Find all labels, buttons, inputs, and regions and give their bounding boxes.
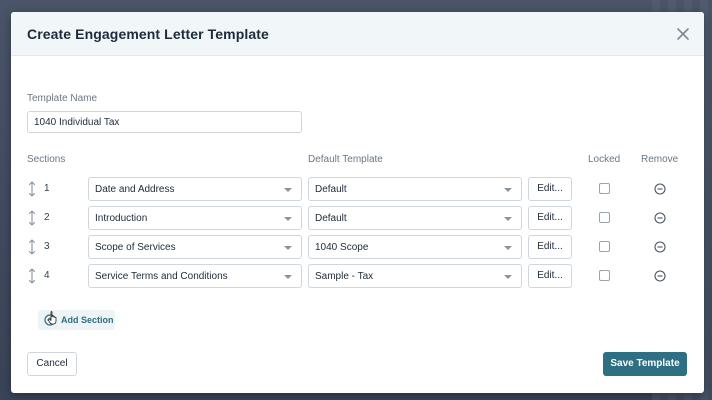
section-select-value: Scope of Services xyxy=(95,242,176,253)
locked-checkbox[interactable] xyxy=(599,212,610,223)
create-template-modal: Create Engagement Letter Template Templa… xyxy=(11,12,704,393)
default-template-select[interactable]: Default xyxy=(308,206,522,230)
default-template-select[interactable]: Sample - Tax xyxy=(308,264,522,288)
section-select-value: Date and Address xyxy=(95,184,175,195)
drag-handle-icon[interactable] xyxy=(27,268,37,284)
default-template-value: Default xyxy=(315,184,347,195)
row-number: 2 xyxy=(44,212,50,223)
chevron-down-icon xyxy=(504,246,512,250)
section-select[interactable]: Introduction xyxy=(88,206,302,230)
chevron-down-icon xyxy=(284,188,292,192)
cancel-button[interactable]: Cancel xyxy=(27,352,77,376)
modal-header: Create Engagement Letter Template xyxy=(11,12,704,56)
minus-circle-icon[interactable] xyxy=(654,212,666,224)
edit-button[interactable]: Edit... xyxy=(528,235,572,259)
chevron-down-icon xyxy=(284,275,292,279)
default-template-value: Sample - Tax xyxy=(315,271,374,282)
template-name-input[interactable] xyxy=(27,111,302,133)
default-template-value: 1040 Scope xyxy=(315,242,369,253)
save-template-button[interactable]: Save Template xyxy=(603,352,687,376)
section-row: 3 Scope of Services 1040 Scope Edit... xyxy=(27,235,687,259)
minus-circle-icon[interactable] xyxy=(654,183,666,195)
edit-button[interactable]: Edit... xyxy=(528,264,572,288)
section-select-value: Introduction xyxy=(95,213,148,224)
section-row: 4 Service Terms and Conditions Sample - … xyxy=(27,264,687,288)
edit-button[interactable]: Edit... xyxy=(528,206,572,230)
default-template-select[interactable]: Default xyxy=(308,177,522,201)
chevron-down-icon xyxy=(284,246,292,250)
chevron-down-icon xyxy=(504,188,512,192)
section-select-value: Service Terms and Conditions xyxy=(95,271,228,282)
locked-checkbox[interactable] xyxy=(599,183,610,194)
default-template-header: Default Template xyxy=(308,154,383,165)
row-number: 3 xyxy=(44,241,50,252)
modal-title: Create Engagement Letter Template xyxy=(27,26,269,42)
section-row: 2 Introduction Default Edit... xyxy=(27,206,687,230)
minus-circle-icon[interactable] xyxy=(654,241,666,253)
default-template-select[interactable]: 1040 Scope xyxy=(308,235,522,259)
hand-pointer-icon xyxy=(47,311,57,325)
drag-handle-icon[interactable] xyxy=(27,239,37,255)
chevron-down-icon xyxy=(504,217,512,221)
edit-button[interactable]: Edit... xyxy=(528,177,572,201)
chevron-down-icon xyxy=(284,217,292,221)
row-number: 4 xyxy=(44,270,50,281)
section-row: 1 Date and Address Default Edit... xyxy=(27,177,687,201)
locked-checkbox[interactable] xyxy=(599,270,610,281)
sections-header: Sections xyxy=(27,154,66,165)
row-number: 1 xyxy=(44,183,50,194)
locked-checkbox[interactable] xyxy=(599,241,610,252)
locked-header: Locked xyxy=(588,154,621,165)
template-name-label: Template Name xyxy=(27,93,98,104)
drag-handle-icon[interactable] xyxy=(27,210,37,226)
section-select[interactable]: Scope of Services xyxy=(88,235,302,259)
chevron-down-icon xyxy=(504,275,512,279)
close-icon[interactable] xyxy=(674,25,692,43)
add-section-label: Add Section xyxy=(61,315,114,325)
remove-header: Remove xyxy=(641,154,679,165)
minus-circle-icon[interactable] xyxy=(654,270,666,282)
section-select[interactable]: Service Terms and Conditions xyxy=(88,264,302,288)
default-template-value: Default xyxy=(315,213,347,224)
drag-handle-icon[interactable] xyxy=(27,181,37,197)
section-select[interactable]: Date and Address xyxy=(88,177,302,201)
